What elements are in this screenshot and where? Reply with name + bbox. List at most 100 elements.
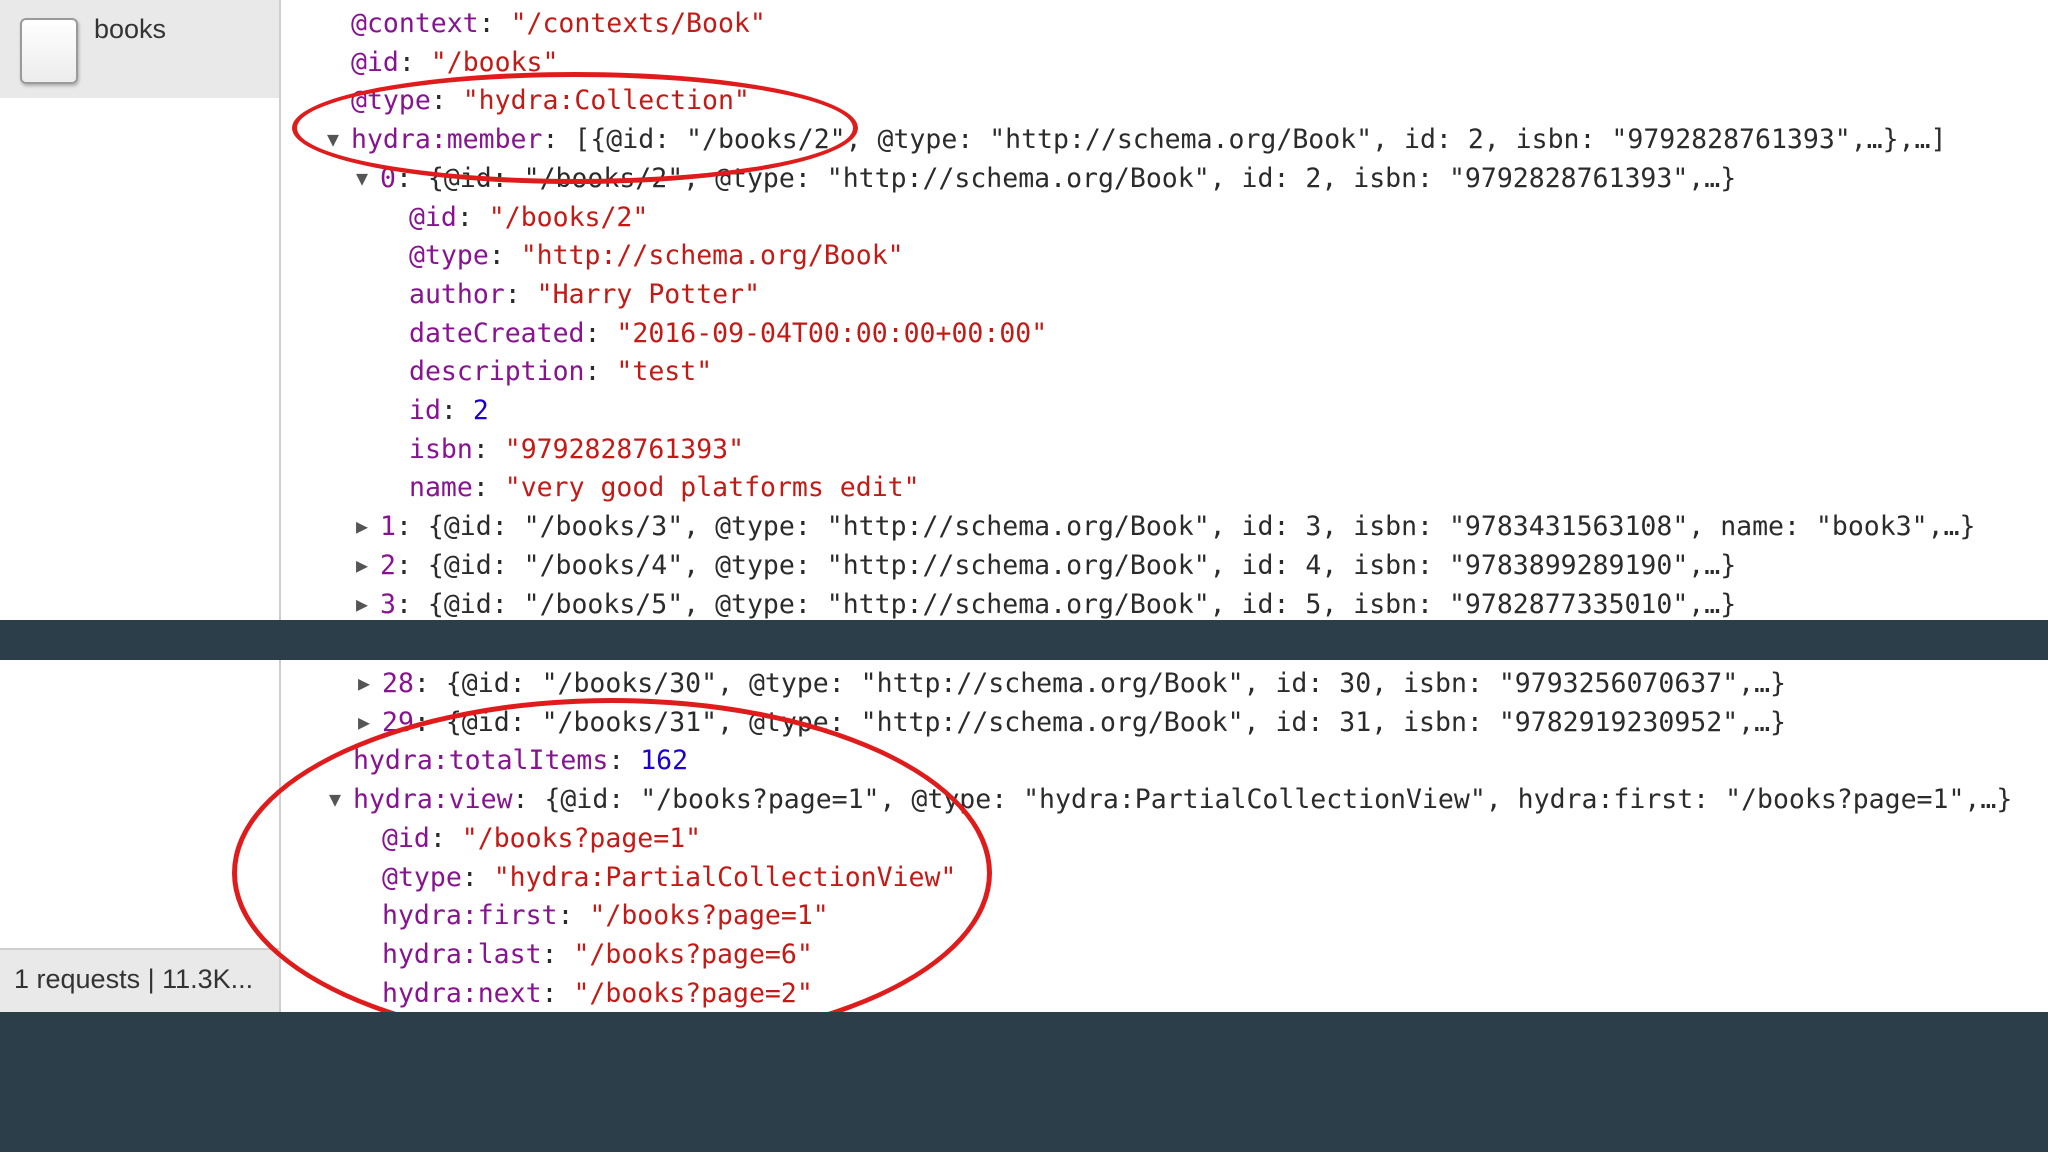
expanded-arrow-icon[interactable]: ▼ [356,159,368,198]
json-number-value: 2 [472,395,489,426]
json-number-value: 162 [640,745,689,777]
collapsed-arrow-icon[interactable]: ▶ [356,546,368,585]
json-string-value: "/books" [430,46,559,78]
json-row: hydra:totalItems: 162 [353,741,688,780]
json-key: 3 [380,588,396,620]
collapsed-arrow-icon[interactable]: ▶ [358,664,370,703]
json-string-value: "/books?page=1" [589,900,829,932]
json-key: isbn [409,433,473,465]
json-string-value: "9792828761393" [504,433,745,465]
json-preview: {@id: "/books/3", @type: "http://schema.… [427,511,1976,543]
expanded-arrow-icon[interactable]: ▼ [327,120,339,159]
json-key: name [409,472,473,504]
json-string-value: "http://schema.org/Book" [520,240,904,272]
json-tree-bottom: ▶ 28: {@id: "/books/30", @type: "http://s… [0,660,2048,1012]
json-row: @type: "hydra:PartialCollectionView" [382,858,956,897]
json-colon: : [395,511,428,543]
json-key: @id [382,822,430,854]
json-row: hydra:next: "/books?page=2" [382,974,813,1012]
json-key: hydra:member [351,124,543,156]
json-string-value: "hydra:PartialCollectionView" [493,861,957,893]
json-key: @id [409,201,457,233]
json-key: @id [351,46,399,78]
json-colon: : [413,706,446,738]
json-colon: : [541,977,574,1009]
json-row[interactable]: ▶ 28: {@id: "/books/30", @type: "http://s… [358,664,1787,703]
json-row[interactable]: ▶ 3: {@id: "/books/5", @type: "http://sch… [356,585,1737,621]
json-row: @id: "/books" [351,43,558,82]
json-colon: : [429,822,462,854]
json-preview: {@id: "/books/2", @type: "http://schema.… [427,162,1737,194]
json-string-value: "2016-09-04T00:00:00+00:00" [616,317,1048,349]
json-colon: : [541,938,574,970]
json-row[interactable]: ▼ hydra:view: {@id: "/books?page=1", @typ… [329,780,2013,819]
json-key: hydra:first [382,900,558,932]
json-key: 0 [380,162,396,194]
json-key: 2 [380,549,396,581]
json-colon: : [395,162,428,194]
json-row[interactable]: ▶ 1: {@id: "/books/3", @type: "http://sch… [356,507,1976,546]
json-key: @type [351,85,431,117]
json-key: id [409,395,441,426]
json-row: @type: "http://schema.org/Book" [409,236,904,275]
json-row[interactable]: ▶ 2: {@id: "/books/4", @type: "http://sch… [356,546,1736,585]
json-row: description: "test" [409,352,712,391]
json-colon: : [608,745,641,777]
json-key: hydra:view [353,784,513,816]
json-row[interactable]: ▶ 29: {@id: "/books/31", @type: "http://s… [358,703,1787,742]
json-colon: : [430,85,463,117]
json-colon: : [472,472,505,504]
json-key: hydra:last [382,938,542,970]
json-colon: : [461,861,494,893]
json-row[interactable]: ▼ hydra:member: [{@id: "/books/2", @type:… [327,120,1947,159]
json-row: hydra:first: "/books?page=1" [382,896,829,935]
json-string-value: "Harry Potter" [536,278,761,310]
json-key: author [409,278,505,310]
json-viewer-top-panel: books @context: "/contexts/Book" @id: "/b… [0,0,2048,620]
json-row: name: "very good platforms edit" [409,468,920,507]
collapsed-arrow-icon[interactable]: ▶ [356,507,368,546]
json-row: dateCreated: "2016-09-04T00:00:00+00:00" [409,314,1047,353]
json-row: @id: "/books?page=1" [382,819,701,858]
json-key: description [409,356,585,388]
json-colon: : [398,46,431,78]
json-row: author: "Harry Potter" [409,275,760,314]
json-tree-top: @context: "/contexts/Book" @id: "/books" @… [0,0,2048,620]
json-key: dateCreated [409,317,585,349]
json-key: 28 [382,668,414,699]
json-key: 29 [382,706,414,738]
expanded-arrow-icon[interactable]: ▼ [329,780,341,819]
json-string-value: "test" [616,356,713,388]
json-preview: {@id: "/books?page=1", @type: "hydra:Par… [544,784,2013,816]
json-string-value: "very good platforms edit" [504,472,920,504]
json-colon: : [440,395,473,426]
json-row: @type: "hydra:Collection" [351,81,750,120]
json-key: @type [382,861,462,893]
json-string-value: "/books?page=6" [573,938,813,970]
json-viewer-bottom-panel: 1 requests | 11.3K... ▶ 28: {@id: "/books… [0,660,2048,1012]
json-row: id: 2 [409,391,489,430]
collapsed-arrow-icon[interactable]: ▶ [356,585,368,621]
json-row: hydra:last: "/books?page=6" [382,935,813,974]
json-colon: : [488,240,521,272]
json-preview: {@id: "/books/5", @type: "http://schema.… [427,588,1737,620]
json-string-value: "/contexts/Book" [510,8,766,39]
json-key: @context [351,8,479,39]
json-row: isbn: "9792828761393" [409,430,744,469]
json-colon: : [395,549,428,581]
json-key: @type [409,240,489,272]
json-row: @context: "/contexts/Book" [351,4,766,43]
collapsed-arrow-icon[interactable]: ▶ [358,703,370,742]
json-key: hydra:next [382,977,542,1009]
json-colon: : [584,317,617,349]
json-colon: : [478,8,511,39]
json-colon: : [542,124,575,156]
json-string-value: "hydra:Collection" [462,85,750,117]
json-preview: {@id: "/books/31", @type: "http://schema… [445,706,1787,738]
json-colon: : [584,356,617,388]
json-row: @id: "/books/2" [409,198,648,237]
json-preview: [{@id: "/books/2", @type: "http://schema… [574,124,1947,156]
json-preview: {@id: "/books/30", @type: "http://schema… [445,668,1787,699]
json-colon: : [413,668,446,699]
json-row[interactable]: ▼ 0: {@id: "/books/2", @type: "http://sch… [356,159,1737,198]
